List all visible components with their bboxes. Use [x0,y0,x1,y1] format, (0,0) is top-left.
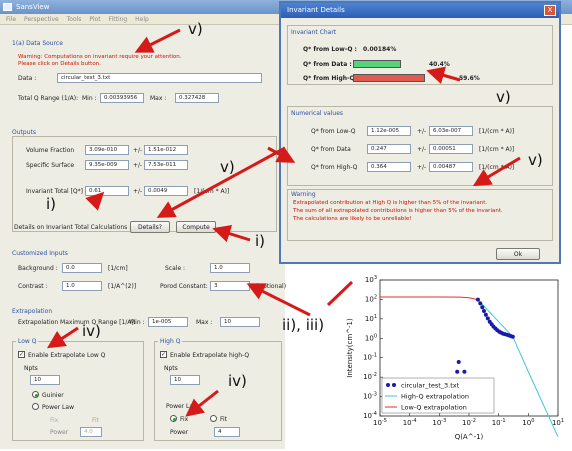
annotation-label: ii), iii) [282,316,325,334]
annotation-label: i) [255,232,266,250]
annotation-label: v) [220,158,235,176]
annotation-label: iv) [82,322,101,340]
arrow-to-invariant-field [85,191,105,211]
arrow-to-high-q-bar [426,66,461,84]
arrow-to-plot [326,280,354,307]
annotation-label: i) [46,195,57,213]
arrow-to-high-q-power [185,389,219,417]
arrow-to-dialog-warning [472,156,521,187]
annotation-label: v) [496,88,511,106]
arrow-to-warning [134,28,181,53]
annotation-label: v) [528,151,543,169]
arrow-to-low-q-checkbox [46,326,79,349]
annotation-label: iv) [228,372,247,390]
annotation-label: v) [188,20,203,38]
annotation-arrows [46,28,521,417]
arrow-to-porod-field [246,283,311,317]
arrow-to-compute-button [212,224,251,243]
